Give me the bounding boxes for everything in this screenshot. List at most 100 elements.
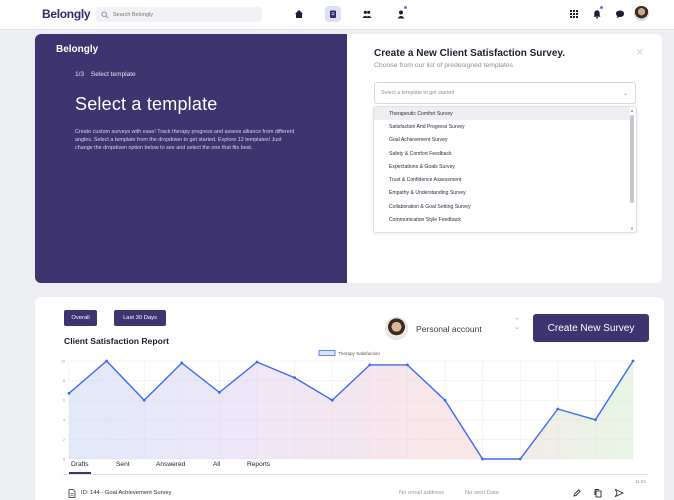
data-point[interactable] [481, 457, 484, 461]
template-option[interactable]: Collaboration & Goal Setting Survey [374, 200, 630, 213]
timestamp: 11:24 [635, 479, 646, 484]
document-icon [68, 489, 76, 498]
report-title: Client Satisfaction Report [64, 336, 170, 346]
filter-overall-button[interactable]: Overall [64, 310, 97, 326]
nav-home[interactable] [291, 6, 307, 22]
create-survey-button[interactable]: Create New Survey [533, 314, 649, 342]
report-card: Overall Last 30 Days Client Satisfaction… [35, 297, 664, 500]
data-point[interactable] [67, 391, 71, 395]
template-select[interactable]: Select a template to get started ⌄ [374, 82, 636, 104]
notification-dot [599, 5, 604, 10]
template-option[interactable]: Empathy & Understanding Survey [374, 187, 630, 200]
data-point[interactable] [293, 376, 296, 380]
clipboard-icon [330, 10, 336, 18]
dropdown-scrollbar[interactable] [630, 115, 634, 203]
modal-subtitle: Choose from our list of predesigned temp… [374, 62, 514, 69]
tab-reports[interactable]: Reports [247, 461, 270, 468]
nav-profile[interactable] [393, 5, 409, 22]
tab-sent[interactable]: Sent [116, 461, 130, 468]
data-point[interactable] [406, 363, 409, 367]
tab-answered[interactable]: Answered [156, 461, 185, 468]
data-point[interactable] [255, 360, 259, 364]
people-icon [362, 10, 372, 18]
survey-row[interactable]: ID: 144 - Goal Achievement Survey No ema… [35, 487, 664, 500]
data-point[interactable] [368, 363, 372, 367]
data-point[interactable] [180, 361, 184, 365]
survey-row-email: No email address [399, 490, 445, 496]
template-option[interactable]: Goal Achievement Survey [374, 134, 630, 147]
scroll-up-arrow-icon[interactable]: ▲ [630, 108, 634, 113]
tab-all[interactable]: All [213, 461, 220, 468]
notifications-button[interactable] [589, 5, 605, 22]
close-icon[interactable]: × [636, 45, 644, 58]
tab-drafts[interactable]: Drafts [69, 461, 91, 474]
y-tick-label: 10 [61, 360, 65, 364]
modal-intro-panel: Belongly 1/3 Select template Select a te… [35, 34, 347, 283]
chart-legend: Therapy Satisfaction [318, 350, 380, 356]
data-point[interactable] [105, 359, 108, 363]
survey-row-title: ID: 144 - Goal Achievement Survey [81, 490, 172, 496]
grid-icon [570, 10, 578, 18]
survey-row-sent-date: No sent Date [465, 490, 499, 496]
account-switcher[interactable]: Personal account [416, 324, 482, 334]
scroll-down-arrow-icon[interactable]: ▼ [630, 226, 634, 231]
tab-divider [63, 474, 648, 475]
series-area [69, 361, 633, 459]
data-point[interactable] [556, 407, 560, 411]
data-point[interactable] [142, 398, 146, 402]
template-modal: Belongly 1/3 Select template Select a te… [35, 34, 662, 283]
template-option[interactable]: Safety & Comfort Feedback [374, 147, 630, 160]
apps-button[interactable] [566, 6, 582, 22]
modal-heading: Select a template [75, 94, 218, 114]
home-icon [295, 10, 303, 18]
data-point[interactable] [518, 457, 522, 461]
step-indicator: 1/3 Select template [75, 71, 136, 78]
step-number: 1/3 [75, 71, 85, 78]
data-point[interactable] [218, 390, 221, 394]
template-option[interactable]: Expectations & Goals Survey [374, 160, 630, 173]
template-dropdown-list: Therapeutic Comfort Survey Satisfaction … [373, 106, 637, 233]
nav-surveys[interactable] [325, 6, 341, 22]
search-icon [101, 10, 109, 19]
messages-button[interactable] [612, 6, 628, 22]
y-tick-label: 0 [63, 458, 65, 462]
data-point[interactable] [330, 398, 334, 402]
top-bar: Belongly [0, 0, 674, 30]
step-label: Select template [90, 71, 136, 78]
chevron-down-icon: ⌄ [622, 91, 628, 97]
chevron-updown-icon[interactable]: ⌃ ⌄ [514, 318, 520, 331]
edit-icon[interactable] [572, 488, 582, 498]
chat-icon [616, 10, 624, 19]
data-point[interactable] [631, 359, 635, 363]
bell-icon [593, 10, 601, 19]
modal-logo: Belongly [56, 44, 99, 55]
y-tick-label: 6 [63, 399, 65, 403]
person-badge-icon [397, 10, 405, 19]
search-input[interactable] [113, 11, 253, 18]
satisfaction-chart: 10 8 6 4 2 0 Therapy Satisfaction [61, 350, 635, 462]
filter-period-button[interactable]: Last 30 Days [114, 310, 166, 326]
copy-icon[interactable] [593, 488, 603, 498]
app-logo[interactable]: Belongly [42, 7, 91, 21]
send-icon[interactable] [614, 488, 624, 498]
search-box[interactable] [96, 7, 262, 22]
notification-dot [403, 5, 408, 10]
data-point[interactable] [594, 418, 597, 422]
account-avatar [385, 317, 408, 340]
y-tick-label: 4 [63, 418, 65, 422]
template-option[interactable]: Therapeutic Comfort Survey [374, 107, 630, 121]
legend-label: Therapy Satisfaction [338, 351, 380, 356]
template-option[interactable]: Trust & Confidence Assessment [374, 173, 630, 186]
template-select-placeholder: Select a template to get started [381, 90, 455, 96]
y-tick-label: 8 [63, 379, 65, 383]
modal-description: Create custom surveys with ease! Track t… [75, 129, 295, 152]
modal-title: Create a New Client Satisfaction Survey. [374, 48, 565, 59]
template-option[interactable]: Communication Style Feedback [374, 213, 630, 226]
modal-form-panel: Create a New Client Satisfaction Survey.… [347, 34, 662, 283]
user-avatar[interactable] [634, 6, 649, 21]
data-point[interactable] [443, 398, 447, 402]
y-tick-label: 2 [63, 438, 65, 442]
nav-clients[interactable] [359, 6, 375, 22]
legend-swatch [318, 350, 336, 356]
template-option[interactable]: Satisfaction And Progress Survey [374, 120, 630, 133]
